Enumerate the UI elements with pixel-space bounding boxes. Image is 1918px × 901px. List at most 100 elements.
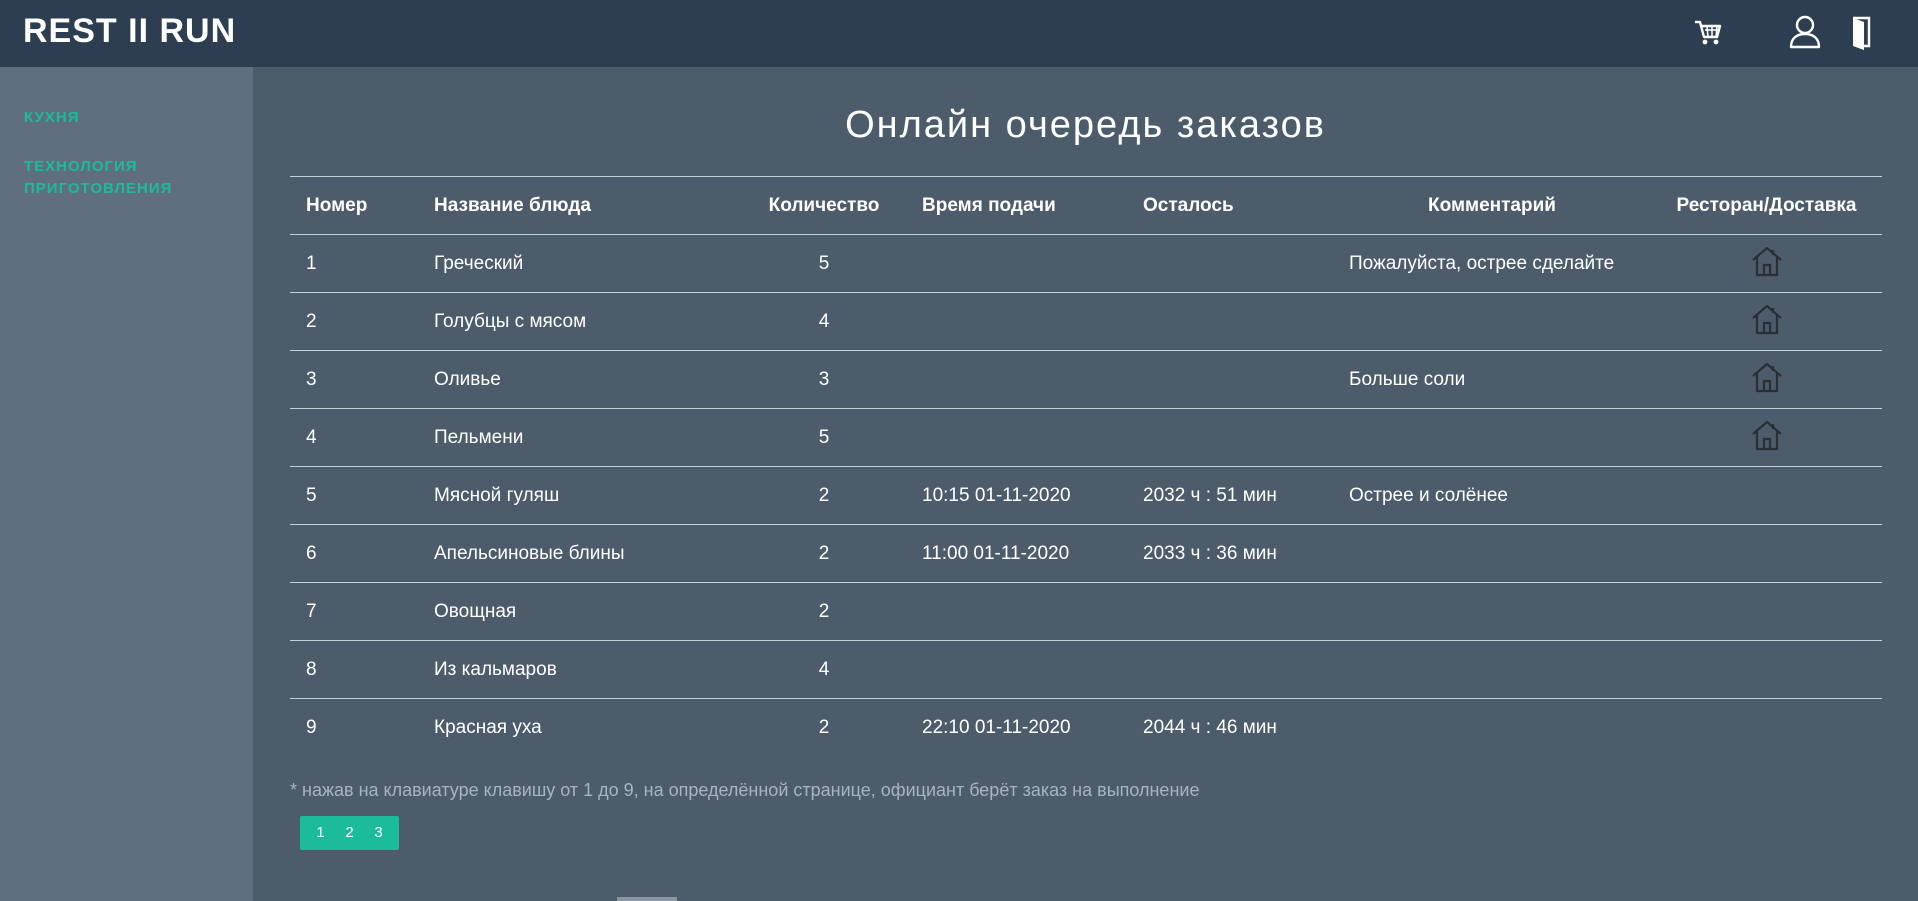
table-header-row: Номер Название блюда Количество Время по… — [290, 176, 1882, 235]
horizontal-scrollbar[interactable] — [617, 897, 677, 901]
quantity-cell: 2 — [742, 466, 906, 525]
dish-name-cell: Из кальмаров — [418, 640, 742, 699]
comment-cell: Больше соли — [1333, 350, 1651, 409]
serve-time-cell: 11:00 01-11-2020 — [906, 524, 1127, 583]
restaurant-delivery-cell — [1651, 408, 1882, 467]
restaurant-delivery-cell — [1651, 699, 1882, 757]
column-header-serve-time: Время подачи — [906, 176, 1127, 235]
keyboard-hint-note: * нажав на клавиатуре клавишу от 1 до 9,… — [290, 780, 1200, 800]
orders-table: Номер Название блюда Количество Время по… — [290, 176, 1882, 757]
user-icon[interactable] — [1788, 14, 1822, 55]
pagination: 1 2 3 — [300, 816, 399, 850]
time-remaining-cell — [1127, 408, 1333, 467]
table-row[interactable]: 4 Пельмени 5 — [290, 408, 1882, 467]
comment-cell: Острее и солёнее — [1333, 466, 1651, 525]
restaurant-delivery-cell — [1651, 582, 1882, 641]
time-remaining-cell — [1127, 292, 1333, 351]
page-button-2[interactable]: 2 — [335, 816, 364, 850]
serve-time-cell — [906, 582, 1127, 641]
serve-time-cell — [906, 350, 1127, 409]
cart-icon[interactable] — [1692, 16, 1724, 53]
restaurant-delivery-cell — [1651, 234, 1882, 293]
comment-cell: Пожалуйста, острее сделайте — [1333, 234, 1651, 293]
restaurant-delivery-cell — [1651, 292, 1882, 351]
order-number-cell: 4 — [290, 408, 418, 467]
table-row[interactable]: 5 Мясной гуляш 2 10:15 01-11-2020 2032 ч : 5… — [290, 466, 1882, 525]
comment-cell — [1333, 524, 1651, 583]
house-icon — [1749, 362, 1785, 400]
sidebar-item-kitchen[interactable]: КУХНЯ — [24, 107, 79, 129]
time-remaining-cell: 2032 ч : 51 мин — [1127, 466, 1333, 525]
quantity-cell: 5 — [742, 408, 906, 467]
time-remaining-cell — [1127, 640, 1333, 699]
time-remaining-cell: 2033 ч : 36 мин — [1127, 524, 1333, 583]
comment-cell — [1333, 292, 1651, 351]
order-number-cell: 6 — [290, 524, 418, 583]
table-row[interactable]: 3 Оливье 3 Больше соли — [290, 350, 1882, 409]
time-remaining-cell — [1127, 234, 1333, 293]
table-row[interactable]: 6 Апельсиновые блины 2 11:00 01-11-2020 2033… — [290, 524, 1882, 583]
column-header-number: Номер — [290, 176, 418, 235]
dish-name-cell: Греческий — [418, 234, 742, 293]
sidebar-item-cooking-technology[interactable]: ТЕХНОЛОГИЯ ПРИГОТОВЛЕНИЯ — [24, 156, 204, 200]
dish-name-cell: Овощная — [418, 582, 742, 641]
restaurant-delivery-cell — [1651, 640, 1882, 699]
comment-cell — [1333, 408, 1651, 467]
quantity-cell: 2 — [818, 716, 830, 738]
quantity-cell: 4 — [742, 292, 906, 351]
order-number-cell: 7 — [290, 582, 418, 641]
column-header-restaurant-delivery: Ресторан/Доставка — [1651, 176, 1882, 235]
page-button-1[interactable]: 1 — [306, 816, 335, 850]
house-icon — [1749, 420, 1785, 458]
restaurant-delivery-cell — [1651, 524, 1882, 583]
column-header-dish-name: Название блюда — [418, 176, 742, 235]
dish-name-cell: Пельмени — [418, 408, 742, 467]
brand-logo[interactable]: REST II RUN — [23, 12, 236, 51]
dish-name-cell: Оливье — [418, 350, 742, 409]
time-remaining-cell — [1127, 582, 1333, 641]
table-row[interactable]: 7 Овощная 2 — [290, 582, 1882, 641]
serve-time-cell: 22:10 01-11-2020 — [922, 716, 1071, 738]
dish-name-cell: Мясной гуляш — [418, 466, 742, 525]
page-title: Онлайн очередь заказов — [845, 104, 1326, 146]
house-icon — [1749, 246, 1785, 284]
comment-cell — [1333, 582, 1651, 641]
quantity-cell: 2 — [742, 582, 906, 641]
order-number-cell: 1 — [290, 234, 418, 293]
order-number-cell: 5 — [290, 466, 418, 525]
quantity-cell: 3 — [742, 350, 906, 409]
time-remaining-cell: 2044 ч : 46 мин — [1143, 716, 1277, 738]
order-number-cell: 2 — [290, 292, 418, 351]
table-row[interactable]: 2 Голубцы с мясом 4 — [290, 292, 1882, 351]
dish-name-cell: Апельсиновые блины — [418, 524, 742, 583]
column-header-comment: Комментарий — [1333, 176, 1651, 235]
sidebar: КУХНЯ ТЕХНОЛОГИЯ ПРИГОТОВЛЕНИЯ — [0, 67, 253, 901]
restaurant-delivery-cell — [1651, 466, 1882, 525]
quantity-cell: 4 — [742, 640, 906, 699]
page-button-3[interactable]: 3 — [364, 816, 393, 850]
column-header-quantity: Количество — [742, 176, 906, 235]
dish-name-cell: Голубцы с мясом — [418, 292, 742, 351]
serve-time-cell — [906, 234, 1127, 293]
house-icon — [1749, 304, 1785, 342]
order-number-cell: 3 — [290, 350, 418, 409]
comment-cell — [1333, 640, 1651, 699]
table-row[interactable]: 1 Греческий 5 Пожалуйста, острее сделайте — [290, 234, 1882, 293]
restaurant-delivery-cell — [1651, 350, 1882, 409]
main-content: Онлайн очередь заказов Номер Название бл… — [253, 67, 1918, 901]
order-number-cell: 8 — [290, 640, 418, 699]
table-row[interactable]: 8 Из кальмаров 4 — [290, 640, 1882, 699]
order-number-cell: 9 — [306, 716, 317, 738]
quantity-cell: 5 — [742, 234, 906, 293]
quantity-cell: 2 — [742, 524, 906, 583]
top-navbar: REST II RUN — [0, 0, 1918, 67]
dish-name-cell: Красная уха — [434, 716, 542, 738]
orders-table-body: 1 Греческий 5 Пожалуйста, острее сделайте 2 Г… — [290, 234, 1882, 757]
time-remaining-cell — [1127, 350, 1333, 409]
table-row[interactable]: 9 Красная уха 2 22:10 01-11-2020 2044 ч : 46… — [290, 699, 1882, 757]
serve-time-cell — [906, 640, 1127, 699]
comment-cell — [1333, 699, 1651, 757]
serve-time-cell — [906, 292, 1127, 351]
logout-door-icon[interactable] — [1850, 15, 1872, 56]
serve-time-cell: 10:15 01-11-2020 — [906, 466, 1127, 525]
